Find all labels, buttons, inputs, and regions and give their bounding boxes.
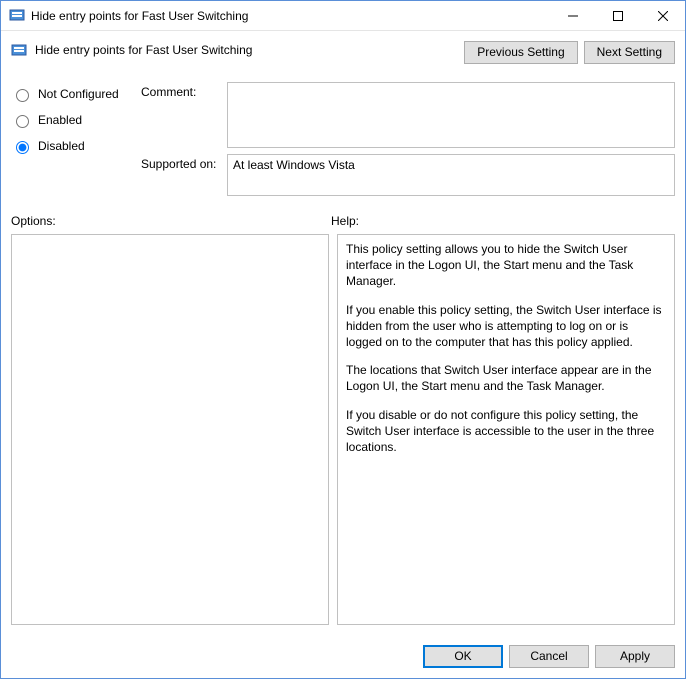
help-pane: This policy setting allows you to hide t… [337, 234, 675, 625]
maximize-button[interactable] [595, 1, 640, 30]
options-label: Options: [11, 214, 331, 228]
supported-on-textarea [227, 154, 675, 196]
radio-disabled-input[interactable] [16, 141, 29, 154]
radio-enabled[interactable]: Enabled [11, 112, 141, 128]
radio-not-configured-label: Not Configured [38, 87, 119, 101]
help-paragraph: If you enable this policy setting, the S… [346, 302, 666, 351]
help-paragraph: The locations that Switch User interface… [346, 362, 666, 394]
help-label: Help: [331, 214, 359, 228]
radio-not-configured[interactable]: Not Configured [11, 86, 141, 102]
close-button[interactable] [640, 1, 685, 30]
radio-disabled-label: Disabled [38, 139, 85, 153]
policy-title: Hide entry points for Fast User Switchin… [35, 41, 464, 57]
help-paragraph: This policy setting allows you to hide t… [346, 241, 666, 290]
radio-not-configured-input[interactable] [16, 89, 29, 102]
radio-enabled-label: Enabled [38, 113, 82, 127]
supported-on-label: Supported on: [141, 154, 227, 196]
titlebar: Hide entry points for Fast User Switchin… [1, 1, 685, 31]
ok-button[interactable]: OK [423, 645, 503, 668]
apply-button[interactable]: Apply [595, 645, 675, 668]
window-title: Hide entry points for Fast User Switchin… [31, 9, 550, 23]
policy-header-icon [11, 43, 27, 59]
options-pane [11, 234, 329, 625]
cancel-button[interactable]: Cancel [509, 645, 589, 668]
radio-disabled[interactable]: Disabled [11, 138, 141, 154]
next-setting-button[interactable]: Next Setting [584, 41, 675, 64]
comment-label: Comment: [141, 82, 227, 148]
previous-setting-button[interactable]: Previous Setting [464, 41, 577, 64]
minimize-button[interactable] [550, 1, 595, 30]
radio-enabled-input[interactable] [16, 115, 29, 128]
help-paragraph: If you disable or do not configure this … [346, 407, 666, 456]
comment-textarea[interactable] [227, 82, 675, 148]
policy-icon [9, 8, 25, 24]
